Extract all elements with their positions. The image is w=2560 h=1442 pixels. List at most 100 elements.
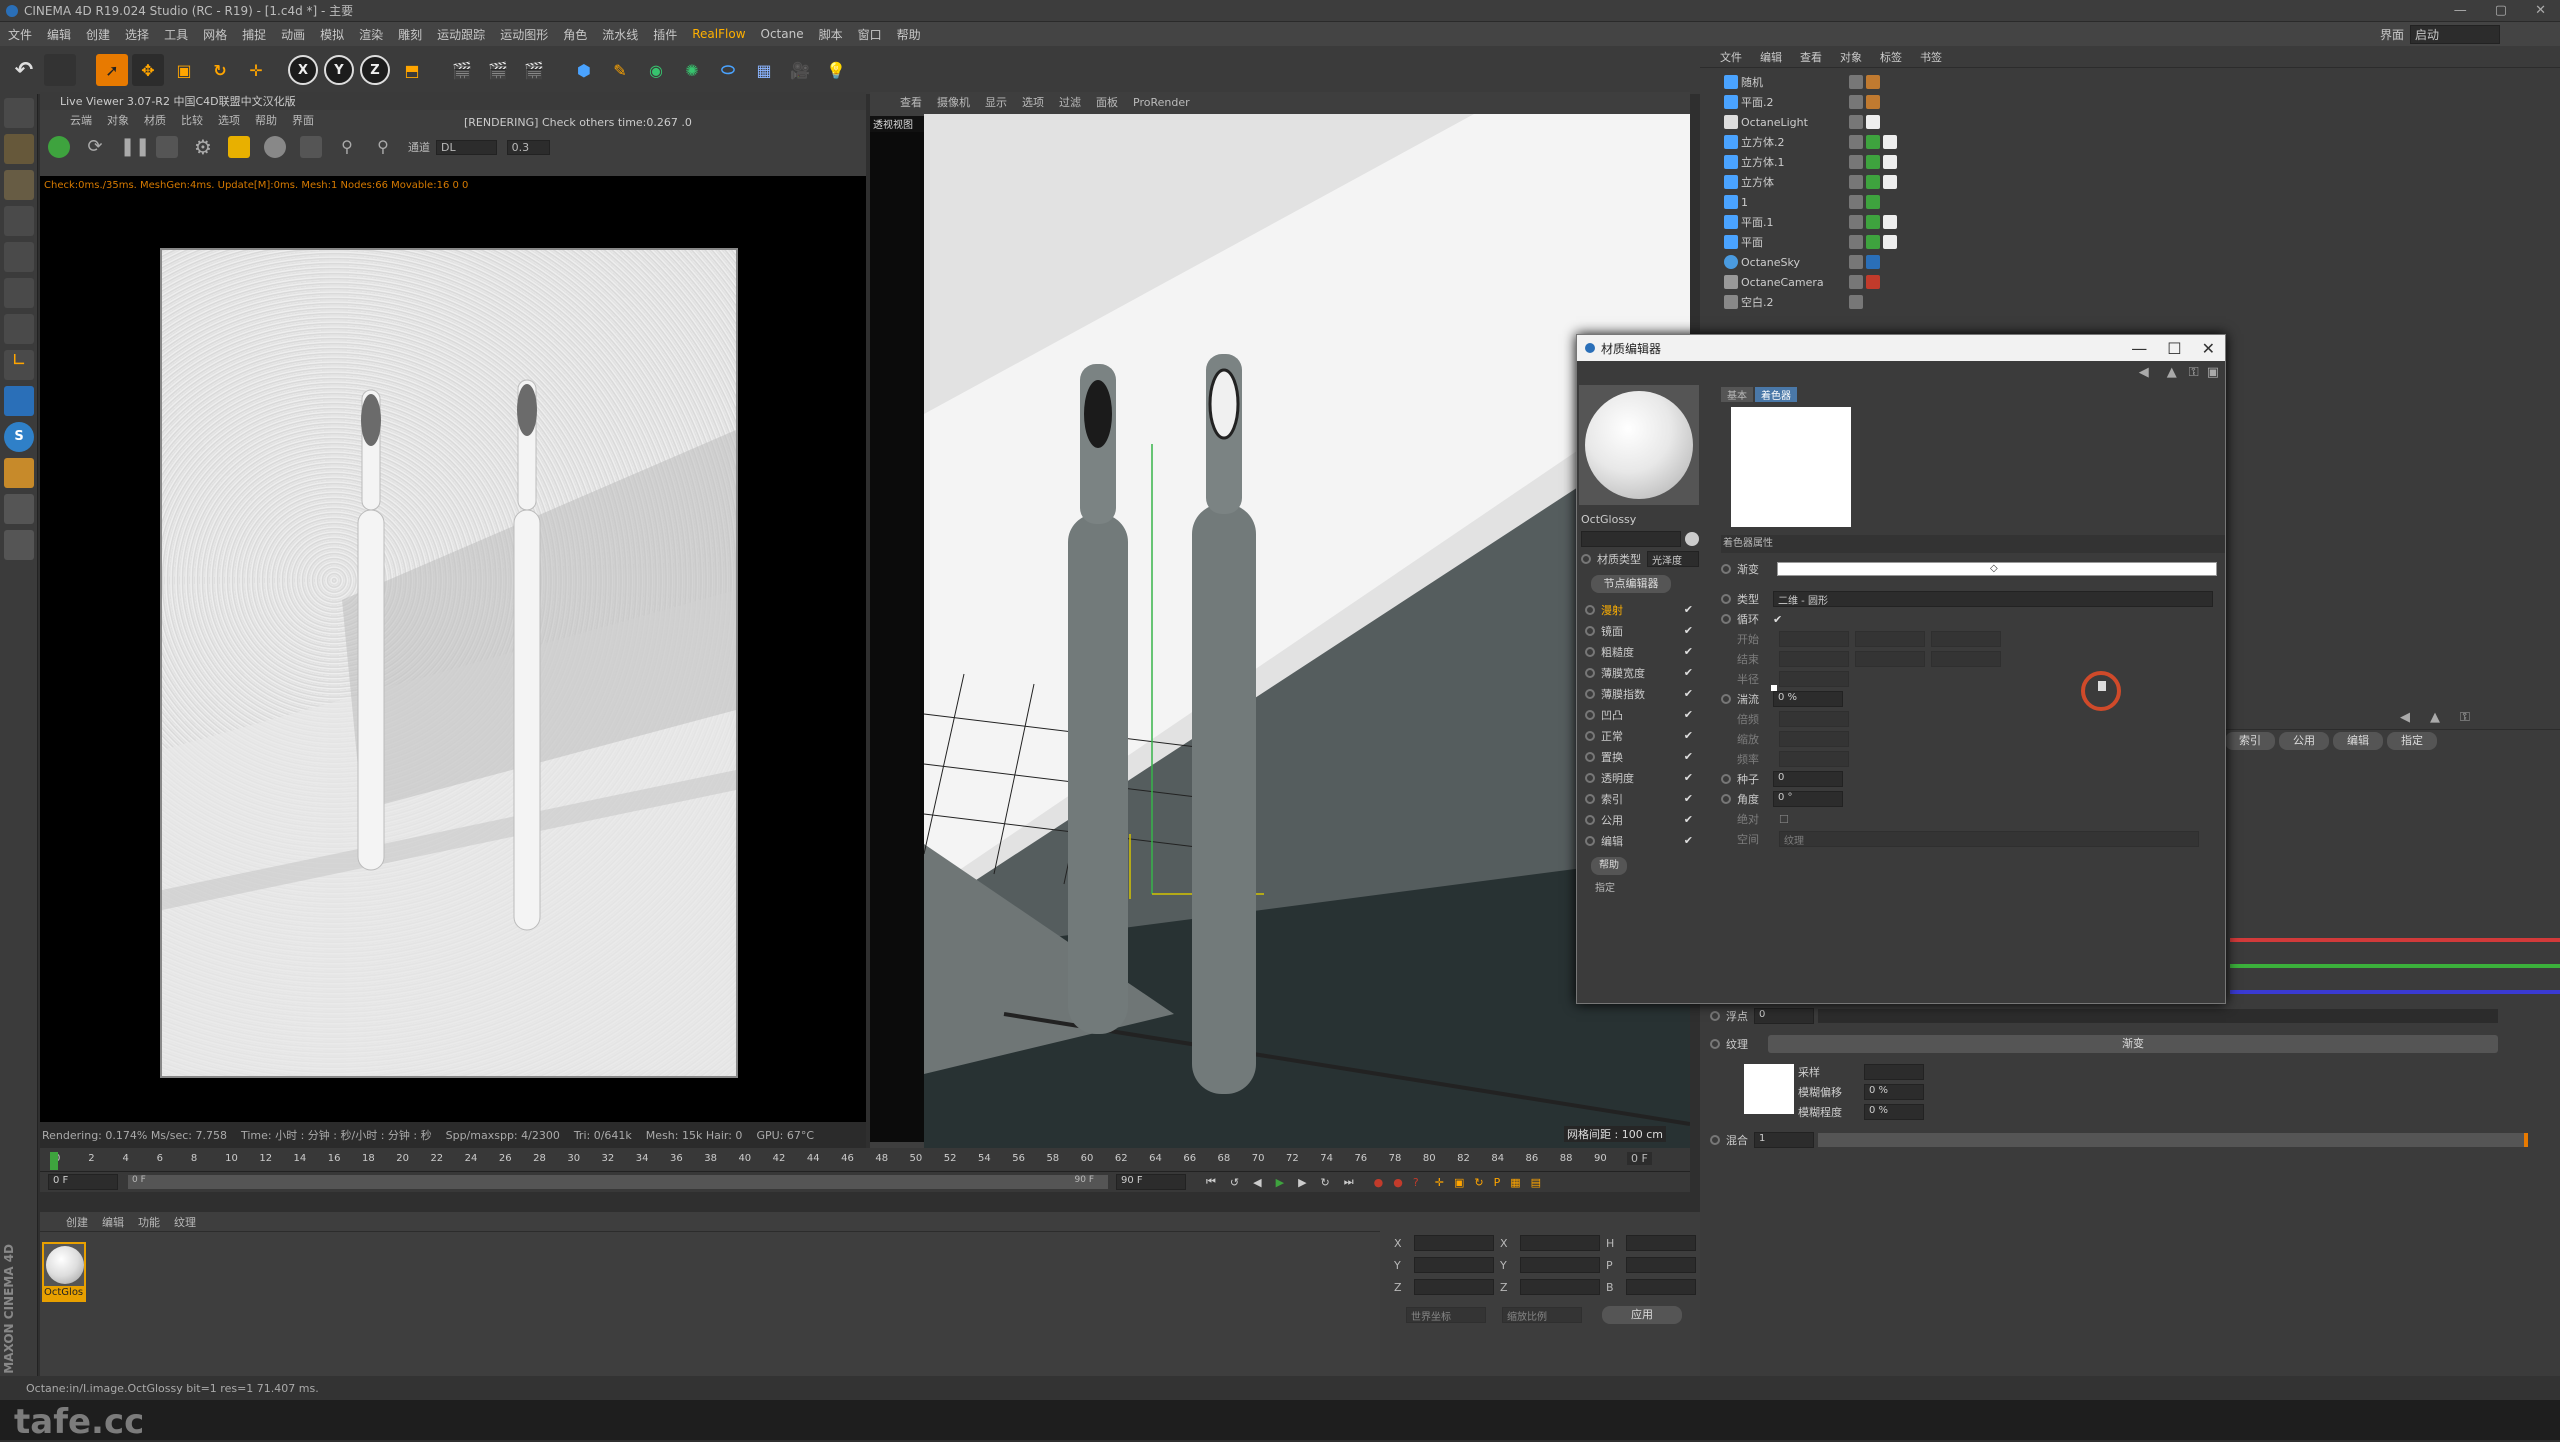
channel-checkbox[interactable]: ✔ (1684, 771, 1693, 784)
channel-index[interactable]: 索引 ✔ (1577, 788, 1707, 809)
absolute-checkbox[interactable]: ☐ (1779, 813, 1789, 826)
keyframe-help-icon[interactable]: ? (1413, 1176, 1419, 1189)
texture-mode-icon[interactable] (4, 170, 34, 200)
vp-menu-display[interactable]: 显示 (985, 94, 1007, 110)
visibility-dots-icon[interactable] (1849, 235, 1863, 249)
mix-input[interactable]: 1 (1754, 1132, 1814, 1148)
attr-tab-edit[interactable]: 编辑 (2333, 732, 2383, 750)
material-tag-icon[interactable] (1866, 75, 1880, 89)
texture-shader-button[interactable]: 渐变 (1768, 1035, 2498, 1053)
send-scene-icon[interactable] (48, 136, 70, 158)
seed-radio[interactable] (1721, 774, 1731, 784)
world-coords-select[interactable]: 世界坐标 (1406, 1307, 1486, 1323)
attr-tab-common[interactable]: 公用 (2279, 732, 2329, 750)
vp-menu-view[interactable]: 查看 (900, 94, 922, 110)
channel-diffuse[interactable]: 漫射 ✔ (1577, 599, 1707, 620)
end-x-input[interactable] (1779, 651, 1849, 667)
visibility-dots-icon[interactable] (1849, 295, 1863, 309)
menu-file[interactable]: 文件 (8, 26, 32, 43)
menu-help[interactable]: 帮助 (897, 26, 921, 43)
size-y-input[interactable] (1520, 1257, 1600, 1273)
channel-radio[interactable] (1585, 667, 1595, 678)
object-row[interactable]: 平面.1 (1700, 212, 2560, 232)
back-arrow-icon[interactable]: ◀ (2400, 710, 2410, 725)
sphere-preview-icon[interactable] (264, 136, 286, 158)
menu-mograph[interactable]: 运动图形 (500, 26, 548, 43)
sampling-select[interactable] (1864, 1064, 1924, 1080)
menu-tools[interactable]: 工具 (164, 26, 188, 43)
close-button[interactable]: ✕ (2535, 3, 2546, 18)
up-arrow-icon[interactable]: ▲ (2430, 710, 2440, 725)
key-param-icon[interactable]: P (1494, 1176, 1501, 1189)
gradient-bar[interactable]: ◇ (1777, 562, 2217, 576)
material-tag-icon[interactable] (1883, 235, 1897, 249)
gradient-radio[interactable] (1721, 564, 1731, 574)
make-editable-icon[interactable] (4, 98, 34, 128)
channel-radio[interactable] (1585, 730, 1595, 741)
pos-y-input[interactable] (1414, 1257, 1494, 1273)
goto-end-icon[interactable]: ⏭ (1344, 1175, 1354, 1189)
me-up-icon[interactable]: ▲ (2167, 365, 2177, 380)
subdivision-icon[interactable]: ◉ (640, 54, 672, 86)
radius-input[interactable] (1779, 671, 1849, 687)
om-menu-file[interactable]: 文件 (1720, 49, 1742, 65)
visibility-dots-icon[interactable] (1849, 135, 1863, 149)
lv-menu-interface[interactable]: 界面 (292, 112, 314, 128)
channel-select[interactable]: DL (436, 139, 497, 155)
visibility-dots-icon[interactable] (1849, 215, 1863, 229)
material-preview[interactable] (1579, 385, 1699, 505)
lv-menu-cloud[interactable]: 云端 (70, 112, 92, 128)
channel-checkbox[interactable]: ✔ (1684, 708, 1693, 721)
channel-radio[interactable] (1585, 751, 1595, 762)
me-minimize-button[interactable]: — (2131, 339, 2147, 358)
tab-shader[interactable]: 着色器 (1755, 386, 1797, 402)
end-frame-input[interactable]: 90 F (1116, 1174, 1186, 1190)
object-row[interactable]: 立方体 (1700, 172, 2560, 192)
me-maximize-button[interactable]: ☐ (2167, 339, 2181, 358)
restart-render-icon[interactable]: ⟳ (84, 136, 106, 158)
edges-mode-icon[interactable] (4, 278, 34, 308)
y-axis-icon[interactable]: Y (324, 55, 354, 85)
end-y-input[interactable] (1855, 651, 1925, 667)
phong-tag-icon[interactable] (1866, 175, 1880, 189)
channel-film-width[interactable]: 薄膜宽度 ✔ (1577, 662, 1707, 683)
play-icon[interactable]: ▶ (1276, 1176, 1284, 1189)
rot-h-input[interactable] (1626, 1235, 1696, 1251)
object-row[interactable]: 立方体.2 (1700, 132, 2560, 152)
pen-icon[interactable]: ✎ (604, 54, 636, 86)
material-tag-icon[interactable] (1883, 135, 1897, 149)
planar-workplane-icon[interactable] (4, 494, 34, 524)
tab-basic[interactable]: 基本 (1721, 386, 1753, 402)
menu-create[interactable]: 创建 (86, 26, 110, 43)
channel-film-index[interactable]: 薄膜指数 ✔ (1577, 683, 1707, 704)
object-row[interactable]: 1 (1700, 192, 2560, 212)
channel-radio[interactable] (1585, 625, 1595, 636)
material-name-input[interactable] (1581, 531, 1681, 547)
channel-radio[interactable] (1585, 688, 1595, 699)
channel-radio[interactable] (1585, 772, 1595, 783)
lv-menu-options[interactable]: 选项 (218, 112, 240, 128)
key-position-icon[interactable]: ✛ (1435, 1176, 1444, 1189)
menu-animate[interactable]: 动画 (281, 26, 305, 43)
menu-select[interactable]: 选择 (125, 26, 149, 43)
object-row[interactable]: 随机 (1700, 72, 2560, 92)
mm-menu-create[interactable]: 创建 (66, 1214, 88, 1230)
channel-displacement[interactable]: 置换 ✔ (1577, 746, 1707, 767)
menu-window[interactable]: 窗口 (858, 26, 882, 43)
material-swatch[interactable]: OctGlos (42, 1242, 86, 1302)
vp-menu-panel[interactable]: 面板 (1096, 94, 1118, 110)
frequency-input[interactable] (1779, 751, 1849, 767)
z-axis-icon[interactable]: Z (360, 55, 390, 85)
blur-degree-input[interactable]: 0 % (1864, 1104, 1924, 1120)
menu-simulate[interactable]: 模拟 (320, 26, 344, 43)
lv-menu-compare[interactable]: 比较 (181, 112, 203, 128)
workplane-icon[interactable] (4, 206, 34, 236)
float-radio[interactable] (1710, 1011, 1720, 1021)
redo-icon[interactable] (44, 54, 76, 86)
object-row[interactable]: OctaneLight (1700, 112, 2560, 132)
pos-x-input[interactable] (1414, 1235, 1494, 1251)
material-tag-icon[interactable] (1883, 175, 1897, 189)
pick-material-icon[interactable]: ⚲ (336, 136, 358, 158)
phong-tag-icon[interactable] (1866, 155, 1880, 169)
live-select-icon[interactable]: ➚ (96, 54, 128, 86)
